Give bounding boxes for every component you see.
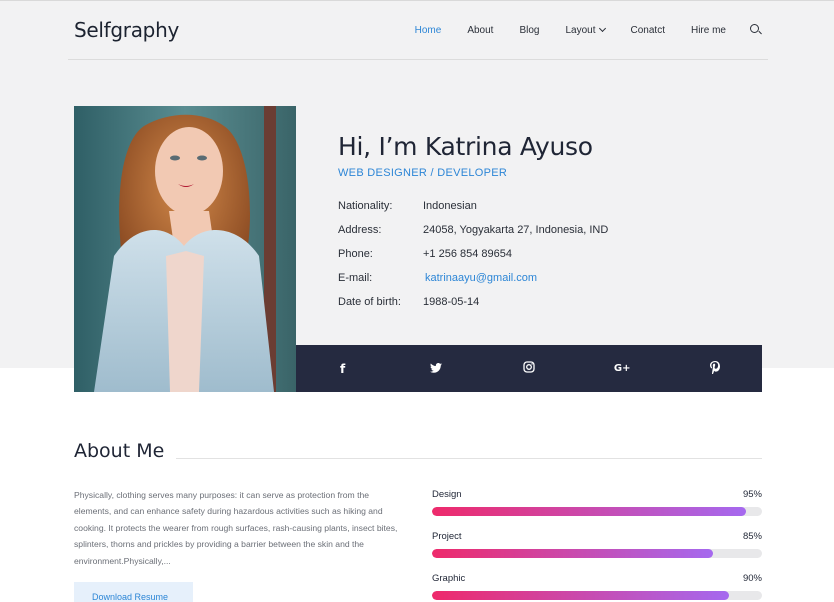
portrait-illustration [74,106,296,392]
skills-list: Design 95% Project 85% Graphic 90% [432,489,762,602]
hero-title: Hi, I’m Katrina Ayuso [338,132,593,161]
about-paragraph: Physically, clothing serves many purpose… [74,490,398,566]
personal-details: Nationality: Indonesian Address: 24058, … [338,200,638,320]
google-plus-icon[interactable]: G+ [612,363,632,374]
main-nav: Home About Blog Layout Conatct Hire me [389,24,762,36]
detail-value: 24058, Yogyakarta 27, Indonesia, IND [423,224,609,236]
intro-block: Hi, I’m Katrina Ayuso WEB DESIGNER / DEV… [338,132,593,179]
detail-value: Indonesian [423,200,477,212]
twitter-glyph [429,362,442,373]
profile-photo [74,106,296,392]
skill-item: Project 85% [432,531,762,573]
email-link[interactable]: katrinaayu@gmail.com [425,272,537,284]
nav-item-layout[interactable]: Layout [565,24,606,36]
detail-label: Phone: [338,248,373,260]
detail-row: Nationality: Indonesian [338,200,638,224]
skill-bar [432,591,729,600]
chevron-down-icon [598,24,606,32]
section-title: About Me [74,440,165,462]
detail-value: +1 256 854 89654 [423,248,513,260]
detail-row: E-mail: katrinaayu@gmail.com [338,272,638,296]
hero-subtitle: WEB DESIGNER / DEVELOPER [338,167,508,179]
section-divider [176,458,762,459]
skill-name: Design [432,489,462,500]
detail-label: Date of birth: [338,296,401,308]
twitter-icon[interactable] [426,362,446,376]
instagram-glyph [523,361,535,373]
skill-name: Graphic [432,573,466,584]
download-resume-button[interactable]: Download Resume [74,582,193,602]
skill-track [432,591,762,600]
detail-value: 1988-05-14 [423,296,480,308]
site-header: Selfgraphy Home About Blog Layout Conatc… [68,0,768,60]
detail-row: Phone: +1 256 854 89654 [338,248,638,272]
skill-bar [432,507,746,516]
nav-item-about[interactable]: About [467,25,493,36]
nav-item-hire-me[interactable]: Hire me [691,25,726,36]
pinterest-glyph [710,360,721,375]
site-logo[interactable]: Selfgraphy [74,18,179,42]
detail-label: Address: [338,224,382,236]
nav-item-home[interactable]: Home [415,25,442,36]
nav-item-contact[interactable]: Conatct [631,25,665,36]
detail-label: Nationality: [338,200,393,212]
social-bar: f G+ [296,345,762,392]
instagram-icon[interactable] [519,361,539,376]
skill-percent: 85% [742,531,762,542]
detail-label: E-mail: [338,272,373,284]
nav-item-layout-label: Layout [565,24,596,36]
nav-item-blog[interactable]: Blog [519,25,539,36]
pinterest-icon[interactable] [705,360,725,377]
skill-track [432,549,762,558]
facebook-icon[interactable]: f [333,362,353,376]
detail-row: Address: 24058, Yogyakarta 27, Indonesia… [338,224,638,248]
skill-bar [432,549,713,558]
skill-percent: 90% [742,573,762,584]
skill-item: Graphic 90% [432,573,762,602]
skill-percent: 95% [742,489,762,500]
skill-track [432,507,762,516]
skill-item: Design 95% [432,489,762,531]
skill-name: Project [432,531,462,542]
search-icon[interactable] [750,24,762,36]
detail-row: Date of birth: 1988-05-14 [338,296,638,320]
